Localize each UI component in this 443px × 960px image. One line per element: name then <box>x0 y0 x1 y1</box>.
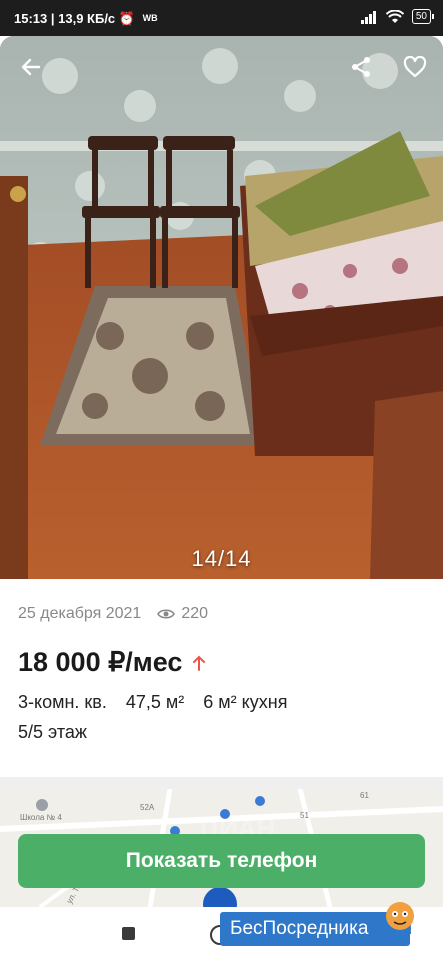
listing-date: 25 декабря 2021 <box>18 605 142 622</box>
recents-button[interactable] <box>122 927 135 940</box>
status-bar: 15:13 | 13,9 КБ/с ⏰ WB 50 <box>0 0 443 36</box>
views-counter: 220 <box>157 605 208 623</box>
map-label-61: 61 <box>360 791 369 800</box>
area: 47,5 м² <box>125 692 185 712</box>
listing-params: 3-комн. кв. 47,5 м² 6 м² кухня <box>18 692 301 713</box>
section-divider <box>0 777 443 789</box>
status-speed: 13,9 КБ/с <box>58 11 116 26</box>
wb-label: WB <box>142 13 158 23</box>
share-button[interactable] <box>344 50 378 84</box>
heart-icon <box>403 56 427 78</box>
map-label-school: Школа № 4 <box>20 813 62 822</box>
price-up-arrow-icon[interactable] <box>192 655 206 671</box>
price: 18 000 ₽/мес <box>18 647 206 678</box>
brand-watermark: БесПосредника .ru <box>220 902 440 950</box>
room-photo <box>0 36 443 579</box>
signal-icon <box>360 10 376 24</box>
rooms: 3-комн. кв. <box>18 692 107 712</box>
battery-icon: 50 <box>411 9 435 24</box>
mascot-icon <box>386 902 414 930</box>
show-phone-button[interactable]: Показать телефон <box>18 834 425 888</box>
floor: 5/5 этаж <box>18 722 87 742</box>
photo-counter: 14/14 <box>191 546 252 571</box>
share-icon <box>352 57 370 77</box>
kitchen-area: 6 м² кухня <box>203 692 288 712</box>
map-label-51: 51 <box>300 811 309 820</box>
listing-photo[interactable]: 14/14 <box>0 36 443 579</box>
wifi-icon <box>385 9 404 23</box>
price-value: 18 000 ₽/мес <box>18 647 183 677</box>
alarm-icon: ⏰ <box>118 11 135 26</box>
arrow-left-icon <box>21 58 41 76</box>
views-count: 220 <box>181 605 209 622</box>
status-time: 15:13 <box>14 11 48 26</box>
eye-icon <box>157 609 176 619</box>
back-button[interactable] <box>14 50 48 84</box>
listing-meta: 25 декабря 2021 220 <box>18 605 208 623</box>
favorite-button[interactable] <box>398 50 432 84</box>
status-right: 50 <box>360 9 435 24</box>
map-label-52a: 52А <box>140 803 155 812</box>
status-left: 15:13 | 13,9 КБ/с ⏰ WB <box>14 11 158 26</box>
listing-info: 25 декабря 2021 220 18 000 ₽/мес 3-комн.… <box>0 579 443 777</box>
